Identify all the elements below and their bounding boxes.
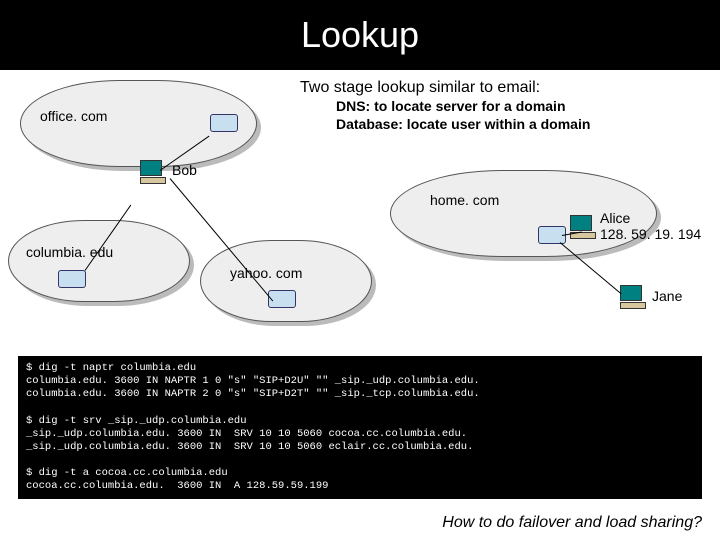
subtitle-line1: DNS: to locate server for a domain	[300, 98, 590, 116]
cloud-office-label: office. com	[40, 108, 107, 124]
label-bob: Bob	[172, 162, 197, 178]
terminal-output: $ dig -t naptr columbia.edu columbia.edu…	[18, 356, 702, 499]
label-alice-name: Alice	[600, 210, 630, 226]
label-jane: Jane	[652, 288, 682, 304]
label-alice-ip: 128. 59. 19. 194	[600, 226, 701, 242]
term-l1: $ dig -t naptr columbia.edu	[26, 362, 196, 374]
page-title: Lookup	[301, 14, 419, 56]
subtitle-main: Two stage lookup similar to email:	[300, 78, 590, 98]
footer-question: How to do failover and load sharing?	[442, 514, 702, 532]
cloud-yahoo-label: yahoo. com	[230, 265, 302, 281]
router-icon	[210, 114, 238, 132]
computer-icon-bob	[140, 160, 166, 184]
router-icon	[58, 270, 86, 288]
term-l7: $ dig -t a cocoa.cc.columbia.edu	[26, 467, 228, 479]
cloud-columbia	[8, 220, 190, 302]
computer-icon-jane	[620, 285, 646, 309]
diagram-area: Two stage lookup similar to email: DNS: …	[0, 70, 720, 340]
term-l8: cocoa.cc.columbia.edu. 3600 IN A 128.59.…	[26, 480, 328, 492]
term-l5: _sip._udp.columbia.edu. 3600 IN SRV 10 1…	[26, 428, 467, 440]
computer-icon-alice	[570, 215, 596, 239]
cloud-home-label: home. com	[430, 192, 499, 208]
term-l6: _sip._udp.columbia.edu. 3600 IN SRV 10 1…	[26, 441, 473, 453]
term-l2: columbia.edu. 3600 IN NAPTR 1 0 "s" "SIP…	[26, 375, 480, 387]
term-l3: columbia.edu. 3600 IN NAPTR 2 0 "s" "SIP…	[26, 388, 480, 400]
title-bar: Lookup	[0, 0, 720, 70]
subtitle-block: Two stage lookup similar to email: DNS: …	[300, 78, 590, 133]
cloud-yahoo	[200, 240, 372, 322]
subtitle-line2: Database: locate user within a domain	[300, 116, 590, 134]
term-l4: $ dig -t srv _sip._udp.columbia.edu	[26, 415, 247, 427]
